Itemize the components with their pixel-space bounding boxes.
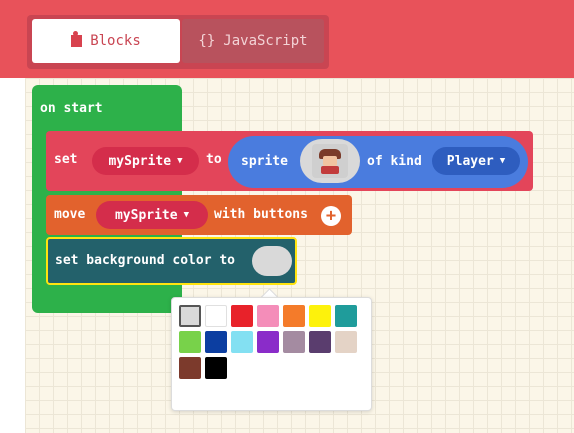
braces-icon: {}: [198, 33, 216, 49]
move-sprite-variable-dropdown[interactable]: mySprite ▼: [96, 201, 208, 229]
color-swatch[interactable]: [179, 305, 201, 327]
sprite-label: sprite: [241, 154, 288, 169]
tab-javascript-label: JavaScript: [223, 33, 308, 49]
tab-blocks-label: Blocks: [90, 33, 141, 49]
color-swatch[interactable]: [205, 357, 227, 379]
color-swatch[interactable]: [335, 305, 357, 327]
sprite-variable-dropdown[interactable]: mySprite ▼: [92, 147, 199, 175]
top-bar: Blocks {} JavaScript: [0, 0, 574, 78]
color-swatch[interactable]: [231, 305, 253, 327]
expand-plus-button[interactable]: +: [321, 206, 341, 226]
set-background-label: set background color to: [55, 253, 236, 268]
color-swatch[interactable]: [257, 305, 279, 327]
color-swatch[interactable]: [283, 305, 305, 327]
move-label: move: [54, 207, 86, 222]
of-kind-label: of kind: [367, 154, 422, 169]
kind-dropdown[interactable]: Player ▼: [432, 147, 520, 175]
chevron-down-icon: ▼: [183, 210, 190, 220]
color-swatch[interactable]: [179, 357, 201, 379]
kind-label: Player: [446, 153, 494, 169]
color-swatch[interactable]: [179, 331, 201, 353]
tab-javascript[interactable]: {} JavaScript: [182, 19, 324, 63]
background-color-field[interactable]: [252, 246, 292, 276]
sprite-thumbnail-icon: [312, 144, 348, 178]
color-swatch[interactable]: [309, 305, 331, 327]
color-swatch[interactable]: [205, 331, 227, 353]
toolbox-edge: [0, 78, 25, 433]
color-swatch[interactable]: [283, 331, 305, 353]
sprite-image-picker[interactable]: [300, 139, 360, 183]
color-palette-popup: [171, 297, 372, 411]
move-sprite-variable-label: mySprite: [114, 207, 178, 223]
to-label: to: [206, 152, 222, 167]
sprite-variable-label: mySprite: [108, 153, 172, 169]
chevron-down-icon: ▼: [177, 156, 183, 166]
puzzle-icon: [71, 31, 83, 47]
on-start-label: on start: [40, 101, 103, 116]
color-swatch[interactable]: [335, 331, 357, 353]
color-swatch[interactable]: [205, 305, 227, 327]
color-swatch[interactable]: [309, 331, 331, 353]
color-swatch[interactable]: [231, 331, 253, 353]
chevron-down-icon: ▼: [499, 156, 506, 166]
color-swatch[interactable]: [257, 331, 279, 353]
with-buttons-label: with buttons: [214, 207, 308, 222]
set-label: set: [54, 152, 78, 167]
editor-toggle: Blocks {} JavaScript: [27, 15, 329, 69]
tab-blocks[interactable]: Blocks: [32, 19, 180, 63]
